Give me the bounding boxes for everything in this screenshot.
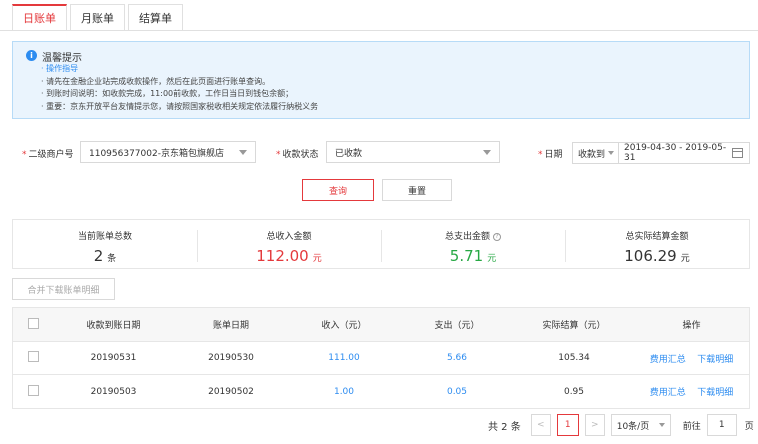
row-checkbox[interactable] [27, 351, 39, 362]
merge-download-button[interactable]: 合并下载账单明细 [12, 278, 115, 300]
summary-panel: 当前账单总数 2条 总收入金额 112.00 元 总支出金额 ? 5.71 元 总实… [12, 219, 750, 269]
merchant-value: 110956377002-京东箱包旗舰店 [89, 148, 224, 159]
status-label: * 收款状态 [276, 150, 319, 160]
cell-operation: 费用汇总 下载明细 [634, 385, 749, 398]
date-range-picker[interactable]: 收款到 2019-04-30 - 2019-05-31 [572, 142, 750, 164]
notice-box: i 温馨提示 · 操作指导 · 请先在金融企业站完成收款操作，然后在此页面进行账… [12, 41, 750, 119]
chevron-down-icon [608, 151, 614, 155]
pagination: 共 2 条 < 1 > 10条/页 前往 1 页 [488, 414, 754, 436]
tab-monthly-bill[interactable]: 月账单 [70, 4, 125, 30]
cell-operation: 费用汇总 下载明细 [634, 352, 749, 365]
notice-title: 温馨提示 [42, 53, 82, 64]
chevron-down-icon [239, 150, 247, 155]
notice-line: · 重要：京东开放平台友情提示您，请按照国家税收相关规定依法履行纳税义务 [41, 101, 319, 111]
cell-bill-date: 20190530 [208, 353, 254, 363]
notice-guide-link[interactable]: · 操作指导 [41, 63, 318, 76]
summary-label: 当前账单总数 [77, 232, 132, 242]
tab-daily-bill[interactable]: 日账单 [12, 4, 67, 30]
status-value: 已收款 [335, 148, 363, 159]
status-select[interactable]: 已收款 [326, 141, 500, 163]
merchant-label: * 二级商户号 [22, 150, 74, 160]
download-detail-link[interactable]: 下载明细 [697, 355, 733, 365]
search-button[interactable]: 查询 [302, 179, 374, 201]
date-type-select[interactable]: 收款到 [573, 143, 619, 163]
summary-label: 总实际结算金额 [625, 232, 689, 242]
tab-bar: 日账单 月账单 结算单 [12, 4, 186, 30]
summary-total-settlement: 总实际结算金额 106.29 元 [565, 220, 749, 268]
notice-line: · 请先在金融企业站完成收款操作，然后在此页面进行账单查询。 [41, 76, 271, 86]
cell-pay-date: 20190531 [90, 353, 137, 363]
goto-unit: 页 [744, 421, 754, 432]
summary-total-expense: 总支出金额 ? 5.71 元 [381, 220, 565, 268]
goto-page-input[interactable]: 1 [706, 414, 737, 436]
help-icon[interactable]: ? [492, 232, 501, 241]
cell-income-link[interactable]: 111.00 [288, 353, 400, 363]
summary-total-count: 当前账单总数 2条 [13, 220, 197, 268]
calendar-icon[interactable] [732, 148, 743, 158]
notice-line: · 到账时间说明：如收款完成，11:00前收款，工作日当日到钱包余额； [41, 89, 294, 98]
page-size-select[interactable]: 10条/页 [610, 414, 671, 436]
summary-value: 112.00 元 [256, 247, 322, 265]
summary-label: 总支出金额 ? [381, 229, 565, 242]
page-1-button[interactable]: 1 [556, 414, 579, 436]
select-all-cell [13, 317, 53, 332]
table-header-row: 收款到账日期 账单日期 收入（元） 支出（元） 实际结算（元） 操作 [13, 308, 749, 342]
col-settle: 实际结算（元） [542, 321, 606, 331]
fee-summary-link[interactable]: 费用汇总 [650, 355, 686, 365]
cell-bill-date: 20190502 [208, 386, 254, 397]
select-all-checkbox[interactable] [27, 317, 39, 329]
date-label: * 日期 [538, 150, 563, 160]
summary-total-income: 总收入金额 112.00 元 [197, 220, 381, 268]
goto-label: 前往 [682, 421, 701, 432]
summary-value: 5.71 元 [449, 247, 497, 265]
next-page-button[interactable]: > [584, 414, 605, 436]
table-row: 20190503 20190502 1.00 0.05 0.95 费用汇总 下载… [13, 375, 749, 408]
total-count: 共 2 条 [488, 421, 521, 433]
summary-value: 106.29 元 [624, 247, 690, 265]
tab-divider [0, 30, 758, 31]
col-income: 收入（元） [321, 321, 367, 331]
cell-settle: 0.95 [563, 386, 585, 397]
cell-income-link[interactable]: 1.00 [288, 387, 400, 397]
cell-expense-link[interactable]: 5.66 [400, 353, 514, 363]
row-checkbox[interactable] [27, 384, 39, 396]
tab-settlement[interactable]: 结算单 [128, 4, 183, 30]
info-icon: i [26, 50, 37, 61]
col-bill-date: 账单日期 [212, 321, 249, 331]
summary-label: 总收入金额 [266, 232, 312, 242]
col-pay-date: 收款到账日期 [86, 321, 141, 331]
chevron-down-icon [483, 150, 491, 155]
reset-button[interactable]: 重置 [382, 179, 452, 201]
row-check-cell [13, 384, 53, 399]
chevron-down-icon [658, 423, 665, 427]
page-size-value: 10条/页 [616, 421, 650, 432]
summary-value: 2条 [93, 247, 117, 265]
date-type-value: 收款到 [578, 149, 606, 160]
table-row: 20190531 20190530 111.00 5.66 105.34 费用汇… [13, 342, 749, 375]
col-operation: 操作 [682, 321, 701, 331]
bill-table: 收款到账日期 账单日期 收入（元） 支出（元） 实际结算（元） 操作 20190… [12, 307, 750, 409]
cell-expense-link[interactable]: 0.05 [400, 387, 514, 397]
cell-settle: 105.34 [558, 353, 590, 363]
prev-page-button[interactable]: < [530, 414, 551, 436]
fee-summary-link[interactable]: 费用汇总 [650, 388, 686, 398]
date-range-value[interactable]: 2019-04-30 - 2019-05-31 [619, 143, 732, 163]
row-check-cell [13, 351, 53, 365]
cell-pay-date: 20190503 [90, 386, 137, 397]
notice-lines: · 操作指导 · 请先在金融企业站完成收款操作，然后在此页面进行账单查询。 · … [41, 63, 318, 113]
download-detail-link[interactable]: 下载明细 [697, 388, 733, 398]
col-expense: 支出（元） [434, 321, 480, 331]
merchant-select[interactable]: 110956377002-京东箱包旗舰店 [80, 141, 256, 163]
